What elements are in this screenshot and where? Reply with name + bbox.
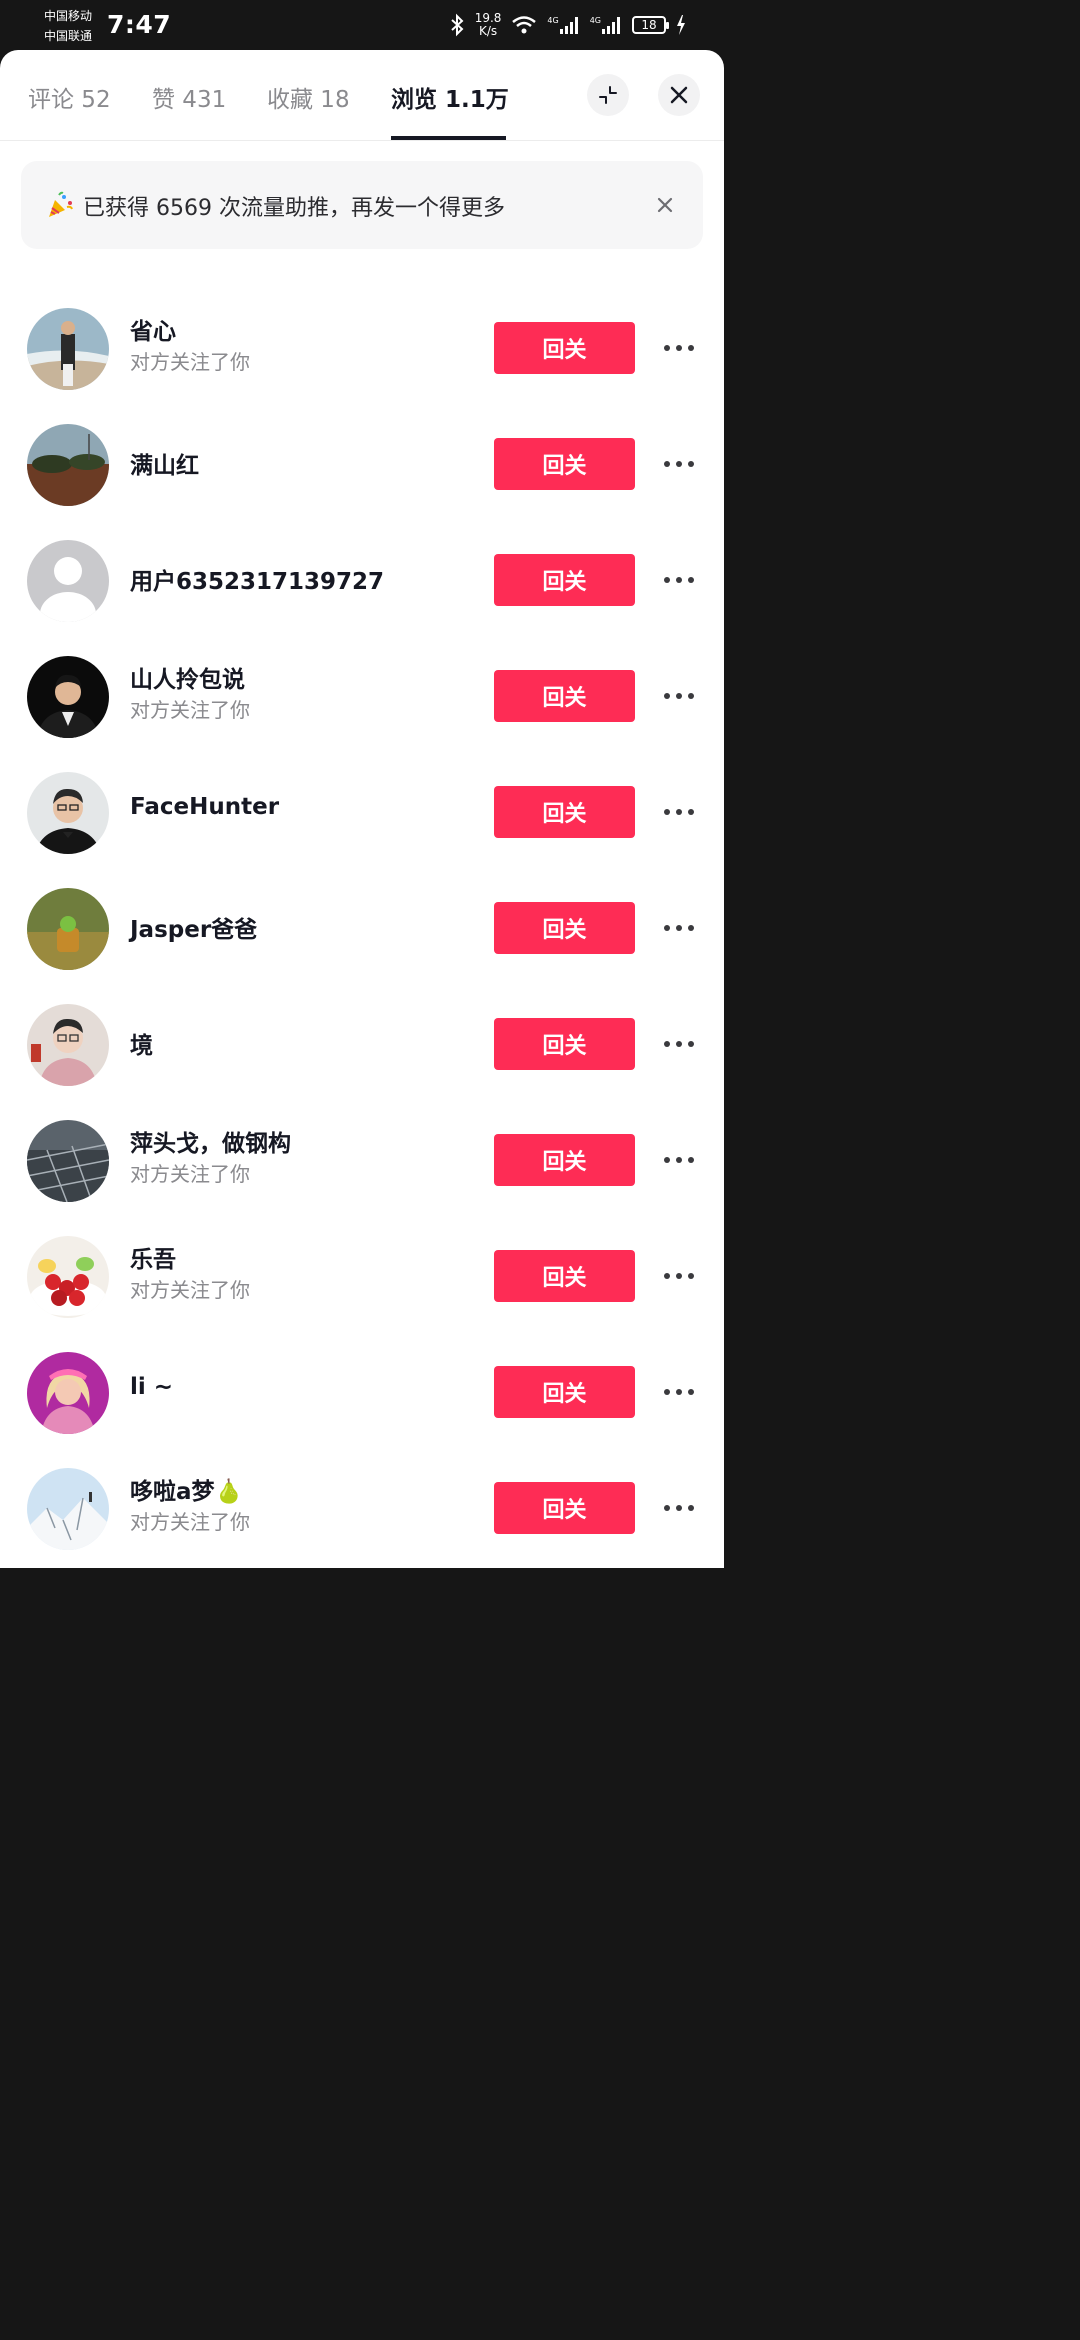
follows-you-label: 对方关注了你 (130, 1510, 250, 1534)
list-item[interactable]: 省心对方关注了你 回关 (0, 290, 724, 406)
more-options-icon[interactable] (658, 914, 700, 942)
more-options-icon[interactable] (658, 1030, 700, 1058)
avatar[interactable] (27, 772, 109, 854)
user-name: 山人拎包说 (130, 667, 245, 693)
avatar[interactable] (27, 1004, 109, 1086)
list-item[interactable]: 哆啦a梦🍐 对方关注了你 回关 (0, 1450, 724, 1566)
party-popper-icon (49, 191, 73, 217)
clock: 7:47 (107, 10, 172, 39)
list-item[interactable]: 山人拎包说对方关注了你 回关 (0, 638, 724, 754)
close-button[interactable] (658, 74, 700, 116)
more-options-icon[interactable] (658, 1378, 700, 1406)
network-speed: 19.8 K/s (475, 12, 502, 38)
tab-favorites[interactable]: 收藏 18 (267, 80, 350, 114)
user-name: 萍头戈，做钢构 (130, 1131, 291, 1157)
follows-you-label: 对方关注了你 (130, 350, 250, 374)
wifi-icon (512, 16, 537, 34)
list-item[interactable]: Jasper爸爸 回关 (0, 870, 724, 986)
follow-back-button[interactable]: 回关 (494, 786, 635, 838)
follow-back-button[interactable]: 回关 (494, 554, 635, 606)
follow-back-button[interactable]: 回关 (494, 1366, 635, 1418)
more-options-icon[interactable] (658, 682, 700, 710)
more-options-icon[interactable] (658, 334, 700, 362)
list-item[interactable]: 境 回关 (0, 986, 724, 1102)
signal-bars-icon (602, 17, 620, 34)
list-item[interactable]: 满山红 回关 (0, 406, 724, 522)
cell-signal-1: 4G (547, 16, 579, 34)
banner-close-icon[interactable] (651, 191, 679, 219)
carrier-2: 中国联通 (44, 29, 93, 43)
user-name: 境 (130, 1033, 153, 1059)
status-icons: 19.8 K/s 4G 4G 18 (449, 10, 686, 40)
user-name: li ~ (130, 1374, 174, 1400)
collapse-icon (599, 86, 617, 104)
avatar[interactable] (27, 888, 109, 970)
charging-icon (677, 15, 685, 35)
avatar[interactable] (27, 1120, 109, 1202)
more-options-icon[interactable] (658, 798, 700, 826)
more-options-icon[interactable] (658, 1146, 700, 1174)
collapse-button[interactable] (587, 74, 629, 116)
avatar[interactable] (27, 540, 109, 622)
more-options-icon[interactable] (658, 1262, 700, 1290)
status-bar: 中国移动 中国联通 7:47 19.8 K/s 4G 4G 18 (0, 0, 724, 50)
follow-back-button[interactable]: 回关 (494, 322, 635, 374)
tab-views[interactable]: 浏览 1.1万 (391, 80, 509, 114)
carrier-labels: 中国移动 中国联通 (44, 6, 92, 46)
follows-you-label: 对方关注了你 (130, 1162, 250, 1186)
bluetooth-icon (451, 13, 464, 37)
follow-back-button[interactable]: 回关 (494, 1482, 635, 1534)
follow-back-button[interactable]: 回关 (494, 1018, 635, 1070)
tab-comments[interactable]: 评论 52 (28, 80, 111, 114)
follows-you-label: 对方关注了你 (130, 698, 250, 722)
signal-bars-icon (559, 17, 578, 34)
cell-signal-2: 4G (590, 16, 622, 34)
user-name: 哆啦a梦🍐 (130, 1479, 244, 1505)
active-tab-indicator (391, 136, 506, 140)
list-item[interactable]: 乐吾对方关注了你 回关 (0, 1218, 724, 1334)
carrier-1: 中国移动 (44, 9, 93, 23)
banner-text: 已获得 6569 次流量助推，再发一个得更多 (83, 196, 505, 221)
tab-likes[interactable]: 赞 431 (152, 80, 226, 114)
follow-back-button[interactable]: 回关 (494, 670, 635, 722)
network-type-2: 4G (589, 16, 601, 25)
user-name: Jasper爸爸 (130, 917, 258, 943)
user-name: 乐吾 (130, 1247, 176, 1273)
user-name: FaceHunter (130, 794, 280, 820)
more-options-icon[interactable] (658, 450, 700, 478)
follow-back-button[interactable]: 回关 (494, 1134, 635, 1186)
avatar[interactable] (27, 308, 109, 390)
user-name: 省心 (130, 319, 176, 345)
list-item[interactable]: 萍头戈，做钢构 对方关注了你 回关 (0, 1102, 724, 1218)
follow-back-button[interactable]: 回关 (494, 902, 635, 954)
more-options-icon[interactable] (658, 566, 700, 594)
speed-unit: K/s (478, 24, 498, 38)
follow-back-button[interactable]: 回关 (494, 1250, 635, 1302)
list-item[interactable]: FaceHunter 回关 (0, 754, 724, 870)
network-type-1: 4G (547, 16, 559, 25)
avatar[interactable] (27, 424, 109, 506)
avatar[interactable] (27, 656, 109, 738)
follow-back-button[interactable]: 回关 (494, 438, 635, 490)
tab-bar: 评论 52 赞 431 收藏 18 浏览 1.1万 (0, 50, 724, 141)
interactions-sheet: 评论 52 赞 431 收藏 18 浏览 1.1万 已获得 6569 次流量助推… (0, 50, 724, 1568)
list-item[interactable]: li ~ 回关 (0, 1334, 724, 1450)
avatar[interactable] (27, 1236, 109, 1318)
more-options-icon[interactable] (658, 1494, 700, 1522)
avatar[interactable] (27, 1352, 109, 1434)
traffic-boost-banner: 已获得 6569 次流量助推，再发一个得更多 (21, 161, 703, 249)
close-icon (670, 86, 688, 104)
user-name: 用户6352317139727 (130, 569, 385, 595)
user-name: 满山红 (130, 453, 199, 479)
avatar[interactable] (27, 1468, 109, 1550)
follows-you-label: 对方关注了你 (130, 1278, 250, 1302)
list-item[interactable]: 用户6352317139727 回关 (0, 522, 724, 638)
battery-indicator: 18 (632, 16, 669, 34)
